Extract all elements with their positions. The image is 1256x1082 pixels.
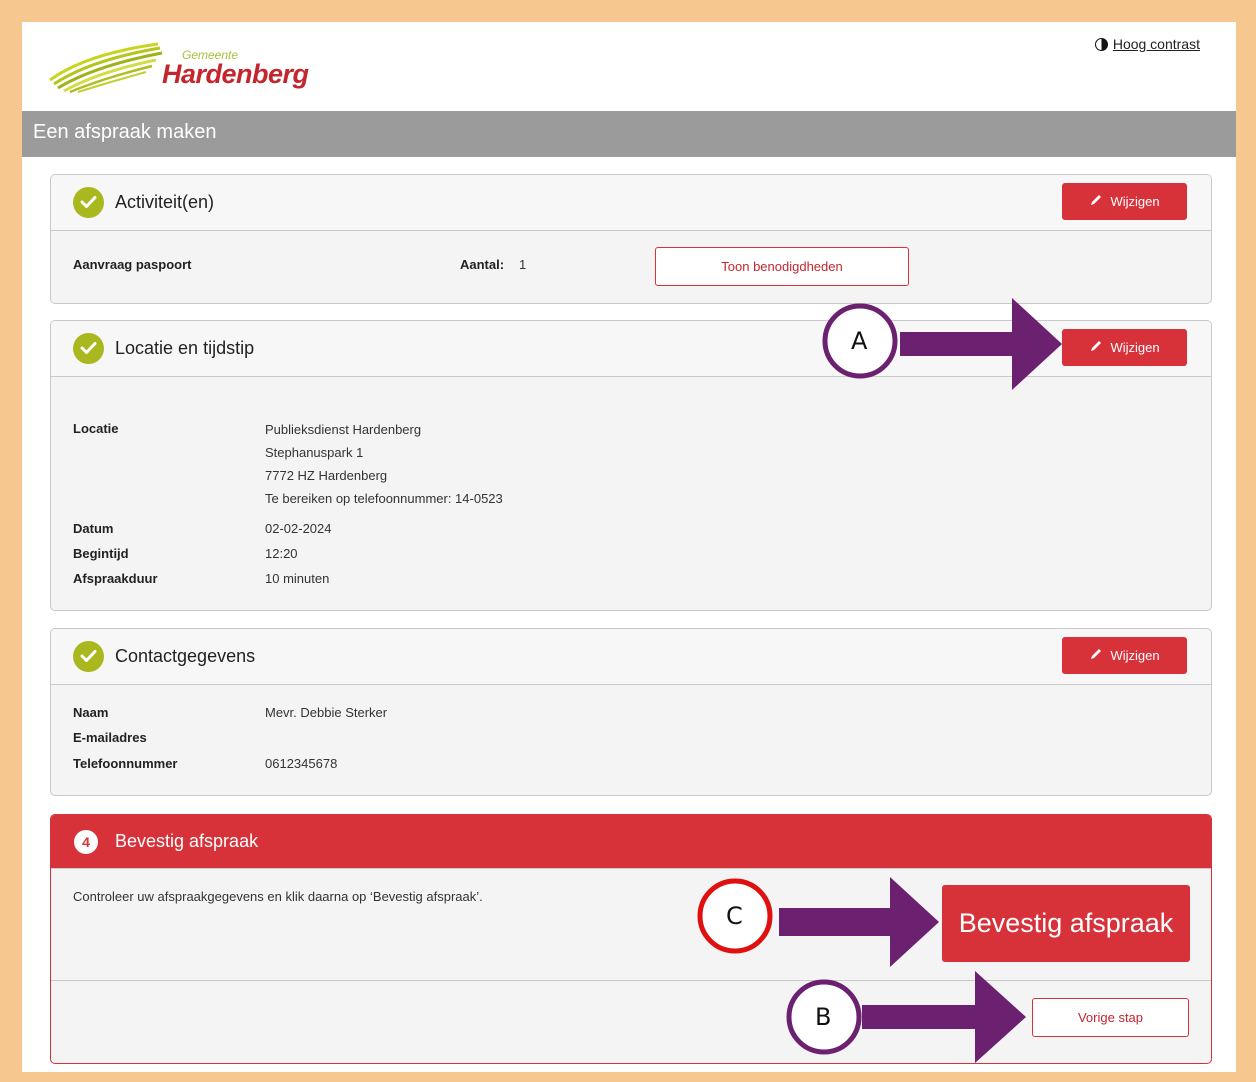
location-panel: Locatie en tijdstip Wijzigen Locatie Pub… [50, 320, 1212, 611]
logo-name-text: Hardenberg [162, 59, 309, 89]
show-requirements-button[interactable]: Toon benodigdheden [655, 247, 909, 286]
step-number-badge: 4 [74, 830, 98, 854]
edit-activities-label: Wijzigen [1110, 194, 1160, 209]
check-icon [73, 187, 104, 218]
contact-title: Contactgegevens [115, 646, 256, 666]
activities-panel: Activiteit(en) Wijzigen Aanvraag paspoor… [50, 174, 1212, 304]
phone-label: Telefoonnummer [73, 756, 178, 771]
page-title-bar: Een afspraak maken [22, 111, 1236, 157]
page-frame: Gemeente Hardenberg Hoog contrast Een af… [22, 22, 1236, 1072]
location-line-1: Publieksdienst Hardenberg [265, 422, 422, 437]
contact-panel-header: Contactgegevens Wijzigen [51, 629, 1211, 685]
confirm-appointment-button[interactable]: Bevestig afspraak [942, 885, 1190, 962]
name-value: Mevr. Debbie Sterker [265, 705, 388, 720]
location-panel-header: Locatie en tijdstip Wijzigen [51, 321, 1211, 377]
marker-b-label: B [815, 1003, 832, 1031]
contact-panel: Contactgegevens Wijzigen Naam Mevr. Debb… [50, 628, 1212, 796]
duration-label: Afspraakduur [73, 571, 158, 586]
location-line-2: Stephanuspark 1 [265, 445, 364, 460]
name-label: Naam [73, 705, 109, 720]
edit-location-button[interactable]: Wijzigen [1062, 329, 1187, 366]
logo-stripes-icon [49, 42, 163, 94]
confirm-panel-header: 4 Bevestig afspraak [51, 815, 1211, 869]
pencil-icon [1089, 193, 1103, 210]
phone-value: 0612345678 [265, 756, 338, 771]
start-time-value: 12:20 [265, 546, 298, 561]
pencil-icon [1089, 339, 1103, 356]
marker-a-label: A [851, 327, 868, 355]
count-label: Aantal: [460, 257, 505, 272]
edit-contact-label: Wijzigen [1110, 648, 1160, 663]
pencil-icon [1089, 647, 1103, 664]
check-icon [73, 641, 104, 672]
edit-activities-button[interactable]: Wijzigen [1062, 183, 1187, 220]
marker-c-label: C [726, 902, 743, 930]
date-value: 02-02-2024 [265, 521, 332, 536]
duration-value: 10 minuten [265, 571, 330, 586]
edit-location-label: Wijzigen [1110, 340, 1160, 355]
check-icon [73, 333, 104, 364]
activities-title: Activiteit(en) [115, 192, 215, 212]
gemeente-hardenberg-logo[interactable]: Gemeente Hardenberg [46, 36, 309, 96]
contrast-icon [1094, 37, 1108, 51]
page-title: Een afspraak maken [33, 121, 217, 143]
activity-item: Aanvraag paspoort [73, 257, 192, 272]
date-label: Datum [73, 521, 114, 536]
divider [51, 980, 1211, 981]
high-contrast-link[interactable]: Hoog contrast [1113, 36, 1200, 52]
edit-contact-button[interactable]: Wijzigen [1062, 637, 1187, 674]
location-line-4: Te bereiken op telefoonnummer: 14-0523 [265, 491, 503, 506]
location-line-3: 7772 HZ Hardenberg [265, 468, 388, 483]
confirm-title: Bevestig afspraak [115, 831, 259, 851]
previous-step-button[interactable]: Vorige stap [1032, 998, 1189, 1037]
high-contrast-toggle[interactable]: Hoog contrast [1094, 36, 1200, 52]
location-label: Locatie [73, 421, 119, 436]
location-title: Locatie en tijdstip [115, 338, 255, 358]
confirm-instruction: Controleer uw afspraakgegevens en klik d… [73, 889, 483, 904]
start-time-label: Begintijd [73, 546, 129, 561]
email-label: E-mailadres [73, 730, 147, 745]
activities-panel-header: Activiteit(en) Wijzigen [51, 175, 1211, 231]
count-value: 1 [519, 257, 527, 272]
